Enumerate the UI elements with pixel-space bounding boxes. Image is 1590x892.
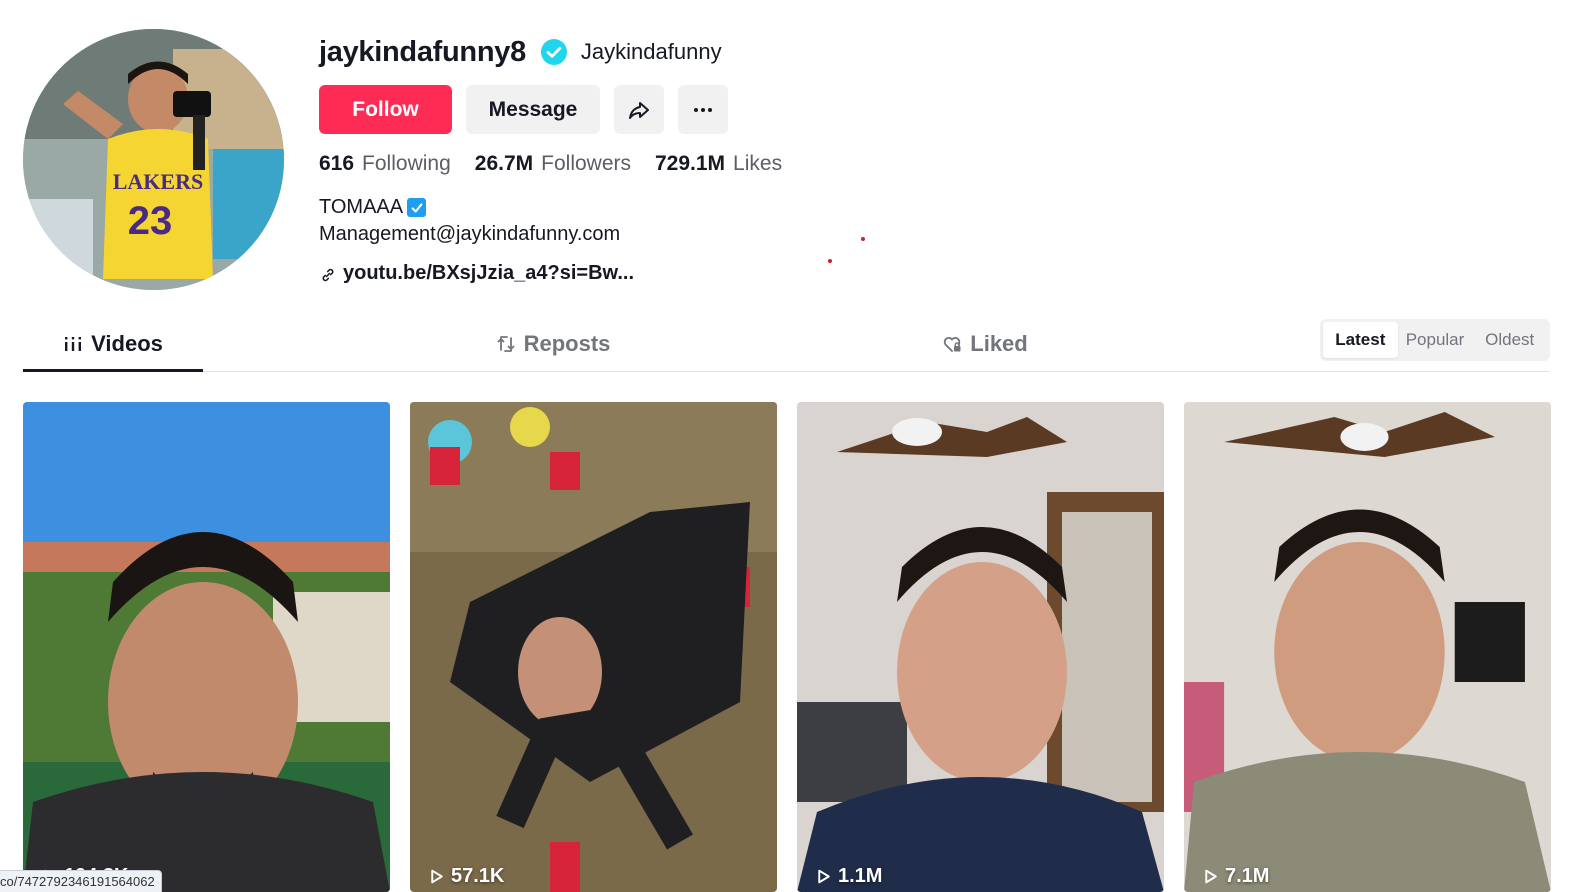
sort-oldest[interactable]: Oldest [1472,322,1547,358]
profile-avatar[interactable]: LAKERS 23 [23,29,284,290]
follow-button[interactable]: Follow [319,85,452,134]
profile-title-row: jaykindafunny8 Jaykindafunny [319,30,1219,74]
tab-label: Liked [970,331,1028,356]
view-count-text: 7.1M [1225,865,1270,887]
heart-lock-icon [944,337,961,352]
stat-number: 616 [319,152,355,175]
video-thumbnail [23,402,390,892]
check-mark-icon [407,198,427,217]
video-grid: 194.8K 57.1K [23,402,1551,892]
video-thumbnail [1184,402,1551,892]
verified-badge-icon [540,39,567,65]
share-button[interactable] [614,85,664,134]
bio-email: Management@jaykindafunny.com [319,223,621,245]
stat-likes: 729.1M Likes [655,152,782,176]
profile-link[interactable]: youtu.be/BXsjJzia_a4?si=Bw... [319,262,1219,285]
play-icon [818,869,830,884]
video-thumbnail [410,402,777,892]
stat-number: 729.1M [655,152,726,175]
avatar-image: LAKERS 23 [23,29,284,290]
video-card[interactable]: 194.8K [23,402,390,892]
repost-icon [497,336,514,352]
status-url-tooltip: co/7472792346191564062 [0,870,162,892]
video-card[interactable]: 1.1M [797,402,1164,892]
stat-following[interactable]: 616 Following [319,152,451,176]
bio-text: TOMAAA [319,196,404,218]
profile-actions: Follow Message [319,85,1219,134]
video-thumbnail [797,402,1164,892]
sort-toggle: Latest Popular Oldest [1320,319,1550,361]
profile-bio: TOMAAA Management@jaykindafunny.com [319,194,1219,248]
stat-followers[interactable]: 26.7M Followers [475,152,631,176]
play-icon [431,869,443,884]
red-dot [861,237,865,241]
red-dot [828,259,832,263]
tab-reposts[interactable]: Reposts [463,317,643,371]
view-count-text: 57.1K [451,865,505,887]
svg-text:23: 23 [128,199,173,243]
tab-label: Reposts [523,331,611,356]
video-card[interactable]: 57.1K [410,402,777,892]
profile-info: jaykindafunny8 Jaykindafunny Follow Mess… [319,30,1219,285]
bio-line: TOMAAA [319,194,1219,221]
sort-latest[interactable]: Latest [1323,322,1398,358]
link-icon [322,268,334,282]
stat-label: Likes [733,152,783,175]
view-count: 1.1M [815,865,882,888]
profile-link-text[interactable]: youtu.be/BXsjJzia_a4?si=Bw... [343,262,634,285]
message-button[interactable]: Message [466,85,600,134]
nickname: Jaykindafunny [580,39,722,64]
stat-number: 26.7M [474,152,534,175]
svg-text:LAKERS: LAKERS [113,169,203,194]
view-count-text: 1.1M [838,865,883,887]
profile-tabs: Videos Reposts Liked Latest Popular Olde… [23,317,1550,372]
username: jaykindafunny8 [319,35,526,68]
active-tab-indicator [23,369,203,372]
profile-page: LAKERS 23 jaykindafunny8 Jaykindafunny F… [0,0,1590,892]
tab-liked[interactable]: Liked [895,317,1075,371]
tab-videos[interactable]: Videos [23,317,203,371]
play-icon [1205,869,1217,884]
more-options-button[interactable] [678,85,728,134]
video-card[interactable]: 7.1M [1184,402,1551,892]
profile-stats: 616 Following 26.7M Followers 729.1M Lik… [319,152,1219,176]
stat-label: Following [362,152,451,175]
view-count: 57.1K [428,865,504,888]
tab-label: Videos [91,331,163,356]
view-count: 7.1M [1202,865,1269,888]
sort-popular[interactable]: Popular [1398,322,1473,358]
share-icon [629,101,649,119]
stat-label: Followers [541,152,631,175]
grid-icon [65,337,82,351]
more-icon [694,107,712,112]
